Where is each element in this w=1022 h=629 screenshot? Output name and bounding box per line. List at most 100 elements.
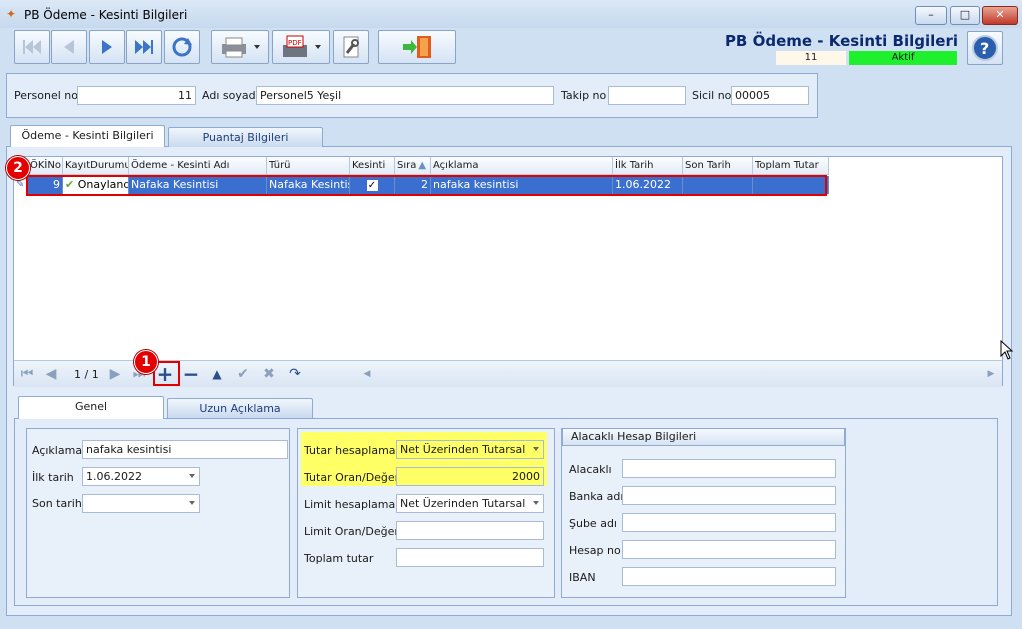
nav-first-icon[interactable]: ⏮: [18, 365, 36, 383]
iban-field[interactable]: [622, 567, 836, 586]
print-button[interactable]: [211, 30, 269, 64]
limit-hesaplama-select[interactable]: Net Üzerinden Tutarsal: [396, 494, 544, 513]
col-odeme-kesinti-adi[interactable]: Ödeme - Kesinti Adı: [129, 157, 267, 175]
aciklama-field[interactable]: nafaka kesintisi: [82, 440, 288, 459]
col-kesinti[interactable]: Kesinti: [350, 157, 395, 175]
ilk-tarih-field[interactable]: 1.06.2022: [82, 467, 200, 486]
col-sira[interactable]: Sıra ▲: [395, 157, 431, 175]
svg-text:PDF: PDF: [288, 39, 302, 47]
annotation-badge-1: 1: [134, 350, 158, 374]
limit-hesaplama-value: Net Üzerinden Tutarsal: [400, 497, 526, 510]
col-turu[interactable]: Türü: [267, 157, 350, 175]
aciklama-label: Açıklama: [32, 444, 83, 457]
next-icon: [102, 40, 112, 54]
sube-adi-label: Şube adı: [569, 517, 617, 530]
nav-next-icon[interactable]: ▶: [106, 365, 124, 383]
tools-button[interactable]: [333, 30, 369, 64]
personel-no-field[interactable]: 11: [77, 86, 196, 105]
hesap-no-field[interactable]: [622, 540, 836, 559]
sicil-no-field[interactable]: 00005: [731, 86, 809, 105]
adi-soyadi-field[interactable]: Personel5 Yeşil: [256, 86, 554, 105]
col-son-tarih[interactable]: Son Tarih: [683, 157, 753, 175]
exit-door-icon: [403, 36, 431, 58]
last-icon: [135, 40, 153, 54]
limit-oran-field[interactable]: [396, 521, 544, 540]
wrench-icon: [343, 36, 359, 58]
annotation-badge-2: 2: [6, 156, 30, 180]
previous-record-button[interactable]: [51, 30, 87, 64]
tab-puantaj[interactable]: Puantaj Bilgileri: [168, 127, 323, 147]
tab-uzun-aciklama[interactable]: Uzun Açıklama: [167, 398, 313, 418]
next-record-button[interactable]: [89, 30, 125, 64]
window-title: PB Ödeme - Kesinti Bilgileri: [24, 8, 188, 22]
svg-text:?: ?: [980, 39, 989, 58]
alacakli-label: Alacaklı: [569, 463, 612, 476]
toplam-tutar-label: Toplam tutar: [304, 552, 374, 565]
row-edit-icon: ✎: [16, 179, 25, 190]
col-sira-label: Sıra: [397, 160, 417, 171]
refresh-grid-icon[interactable]: ↷: [286, 365, 304, 383]
chevron-down-icon: [533, 447, 539, 451]
maximize-button[interactable]: □: [950, 6, 980, 25]
alacakli-title: Alacaklı Hesap Bilgileri: [562, 428, 845, 446]
refresh-button[interactable]: [164, 30, 200, 64]
close-button[interactable]: ✕: [982, 6, 1018, 25]
page-title: PB Ödeme - Kesinti Bilgileri: [724, 32, 958, 50]
tutar-hesaplama-label: Tutar hesaplama: [304, 444, 396, 457]
last-record-button[interactable]: [126, 30, 162, 64]
first-icon: [23, 40, 41, 54]
delete-record-icon[interactable]: −: [182, 364, 200, 384]
refresh-icon: [172, 37, 192, 57]
toplam-tutar-field[interactable]: [396, 548, 544, 567]
chevron-down-icon: [189, 501, 195, 505]
tab-odeme-kesinti[interactable]: Ödeme - Kesinti Bilgileri: [10, 125, 165, 147]
sicil-no-label: Sicil no: [692, 89, 732, 102]
ilk-tarih-label: İlk tarih: [32, 471, 74, 484]
son-tarih-label: Son tarih: [32, 497, 82, 510]
ilk-tarih-value: 1.06.2022: [86, 470, 142, 483]
iban-label: IBAN: [569, 571, 596, 584]
export-pdf-button[interactable]: PDF: [272, 30, 330, 64]
limit-oran-label: Limit Oran/Değer: [304, 525, 399, 538]
main-window: ✦ PB Ödeme - Kesinti Bilgileri – □ ✕ PDF: [0, 0, 1022, 629]
banka-adi-label: Banka adı: [569, 490, 624, 503]
takip-no-label: Takip no: [561, 89, 607, 102]
col-toplam-tutar[interactable]: Toplam Tutar: [753, 157, 829, 175]
cancel-record-icon[interactable]: ✖: [260, 365, 278, 383]
sort-ascending-icon: ▲: [418, 160, 427, 171]
banka-adi-field[interactable]: [622, 486, 836, 505]
limit-hesaplama-label: Limit hesaplama: [304, 498, 396, 511]
scroll-right-icon[interactable]: ▶: [982, 365, 1000, 383]
title-bar: ✦ PB Ödeme - Kesinti Bilgileri – □ ✕: [0, 0, 1022, 28]
col-aciklama[interactable]: Açıklama: [431, 157, 613, 175]
mouse-cursor-icon: [1000, 340, 1014, 360]
tutar-oran-label: Tutar Oran/Değer: [304, 471, 400, 484]
tab-genel[interactable]: Genel: [18, 396, 164, 419]
col-ilk-tarih[interactable]: İlk Tarih: [613, 157, 683, 175]
takip-no-field[interactable]: [608, 86, 686, 105]
scroll-left-icon[interactable]: ◀: [358, 365, 376, 383]
sube-adi-field[interactable]: [622, 513, 836, 532]
post-record-icon[interactable]: ✔: [234, 365, 252, 383]
hesap-no-label: Hesap no: [569, 544, 621, 557]
help-icon: ?: [972, 35, 998, 61]
chevron-down-icon: [189, 474, 195, 478]
col-kayitdurumu[interactable]: KayıtDurumu: [63, 157, 129, 175]
highlight-grid-row: [26, 175, 827, 196]
header-record-number: 11: [776, 51, 846, 65]
personel-no-label: Personel no: [14, 89, 78, 102]
tutar-hesaplama-select[interactable]: Net Üzerinden Tutarsal: [396, 440, 544, 459]
previous-icon: [64, 40, 74, 54]
exit-button[interactable]: [378, 30, 456, 64]
tutar-oran-field[interactable]: 2000: [396, 467, 544, 486]
butterfly-app-icon: ✦: [6, 7, 17, 21]
nav-prev-icon[interactable]: ◀: [42, 365, 60, 383]
son-tarih-field[interactable]: [82, 494, 200, 513]
printer-icon: [222, 37, 260, 58]
alacakli-field[interactable]: [622, 459, 836, 478]
first-record-button[interactable]: [14, 30, 50, 64]
edit-record-icon[interactable]: ▲: [208, 365, 226, 383]
minimize-button[interactable]: –: [915, 6, 947, 25]
help-button[interactable]: ?: [967, 31, 1003, 65]
col-okino[interactable]: ÖKİNo: [28, 157, 63, 175]
